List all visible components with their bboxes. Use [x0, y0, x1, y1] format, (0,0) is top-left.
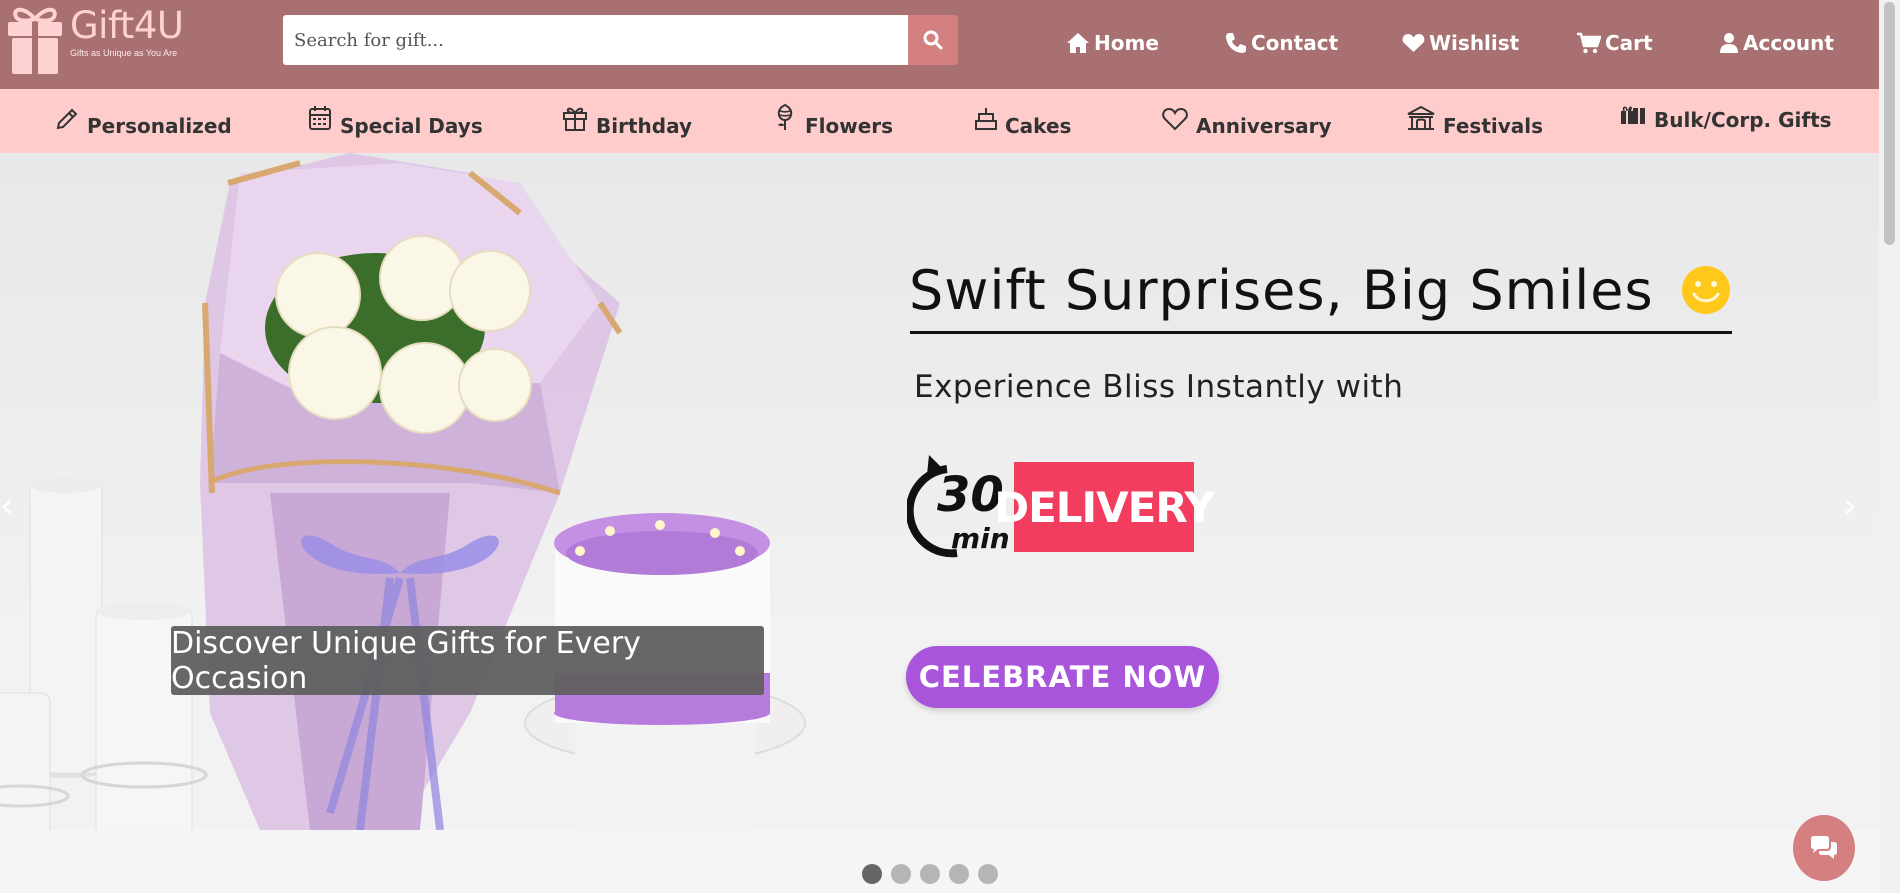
category-anniversary-label: Anniversary — [1196, 114, 1332, 138]
nav-home[interactable]: Home — [1066, 28, 1159, 58]
carousel-prev-button[interactable]: ‹ — [0, 486, 14, 526]
hero-subline: Experience Bliss Instantly with — [914, 369, 1404, 405]
category-flowers-label: Flowers — [805, 114, 894, 138]
slide-caption: Discover Unique Gifts for Every Occasion — [171, 626, 764, 696]
carousel-dot-3[interactable] — [920, 864, 940, 884]
carousel-indicators — [862, 864, 998, 884]
carousel-dot-4[interactable] — [949, 864, 969, 884]
celebrate-now-button[interactable]: CELEBRATE NOW — [906, 646, 1219, 708]
pencil-icon — [56, 108, 78, 130]
cart-icon — [1577, 32, 1601, 54]
carousel-next-button[interactable]: › — [1843, 486, 1857, 526]
hero-carousel[interactable]: Swift Surprises, Big Smiles Experience B… — [0, 153, 1879, 830]
temple-icon — [1407, 105, 1435, 130]
nav-cart-label: Cart — [1605, 31, 1653, 55]
gift-icon — [563, 107, 587, 131]
category-flowers[interactable]: Flowers — [773, 103, 893, 137]
nav-contact-label: Contact — [1251, 31, 1339, 55]
search-bar — [283, 15, 958, 65]
category-anniversary[interactable]: Anniversary — [1162, 103, 1332, 137]
headline-underline — [910, 331, 1732, 334]
nav-account[interactable]: Account — [1719, 28, 1834, 58]
category-bar: Personalized Special Days Birthday Flowe… — [0, 89, 1879, 153]
smiley-icon — [1682, 266, 1730, 314]
category-special-days-label: Special Days — [340, 114, 483, 138]
category-special-days[interactable]: Special Days — [308, 103, 483, 137]
page-scrollbar[interactable] — [1879, 0, 1900, 893]
nav-wishlist[interactable]: Wishlist — [1402, 28, 1519, 58]
category-personalized-label: Personalized — [87, 114, 232, 138]
search-icon — [923, 30, 943, 50]
user-icon — [1720, 33, 1738, 53]
category-festivals[interactable]: Festivals — [1407, 103, 1543, 137]
hero-headline: Swift Surprises, Big Smiles — [909, 259, 1654, 322]
nav-wishlist-label: Wishlist — [1429, 31, 1520, 55]
heart-outline-icon — [1162, 107, 1188, 131]
nav-account-label: Account — [1743, 31, 1834, 55]
category-bulk-corp-gifts-label: Bulk/Corp. Gifts — [1654, 108, 1832, 132]
calendar-icon — [309, 106, 331, 130]
nav-cart[interactable]: Cart — [1576, 28, 1653, 58]
heart-icon — [1402, 34, 1425, 52]
brand-logo[interactable]: Gift4U Gifts as Unique as You Are — [6, 4, 206, 78]
category-personalized[interactable]: Personalized — [55, 103, 232, 137]
category-festivals-label: Festivals — [1443, 114, 1544, 138]
nav-home-label: Home — [1094, 31, 1159, 55]
delivery-label: DELIVERY — [994, 462, 1215, 552]
chat-button[interactable] — [1793, 815, 1855, 881]
scrollbar-thumb[interactable] — [1884, 2, 1895, 245]
bouquet-and-cake-image — [0, 153, 806, 830]
home-icon — [1067, 33, 1089, 53]
category-birthday-label: Birthday — [596, 114, 692, 138]
gift-logo-icon — [8, 7, 62, 74]
chat-icon — [1811, 836, 1837, 859]
category-cakes[interactable]: Cakes — [975, 103, 1071, 137]
nav-contact[interactable]: Contact — [1225, 28, 1338, 58]
carousel-dot-2[interactable] — [891, 864, 911, 884]
category-birthday[interactable]: Birthday — [562, 103, 692, 137]
carousel-dot-5[interactable] — [978, 864, 998, 884]
phone-icon — [1226, 33, 1246, 53]
search-button[interactable] — [908, 15, 958, 65]
top-header: Gift4U Gifts as Unique as You Are Home C… — [0, 0, 1879, 89]
brand-tagline: Gifts as Unique as You Are — [70, 48, 178, 58]
gifts-icon — [1621, 106, 1645, 124]
flower-icon — [777, 103, 793, 130]
category-bulk-corp-gifts[interactable]: Bulk/Corp. Gifts — [1620, 97, 1832, 131]
cake-icon — [975, 108, 997, 130]
search-input[interactable] — [283, 15, 908, 65]
carousel-dot-1[interactable] — [862, 864, 882, 884]
category-cakes-label: Cakes — [1005, 114, 1072, 138]
brand-name: Gift4U — [70, 4, 184, 47]
